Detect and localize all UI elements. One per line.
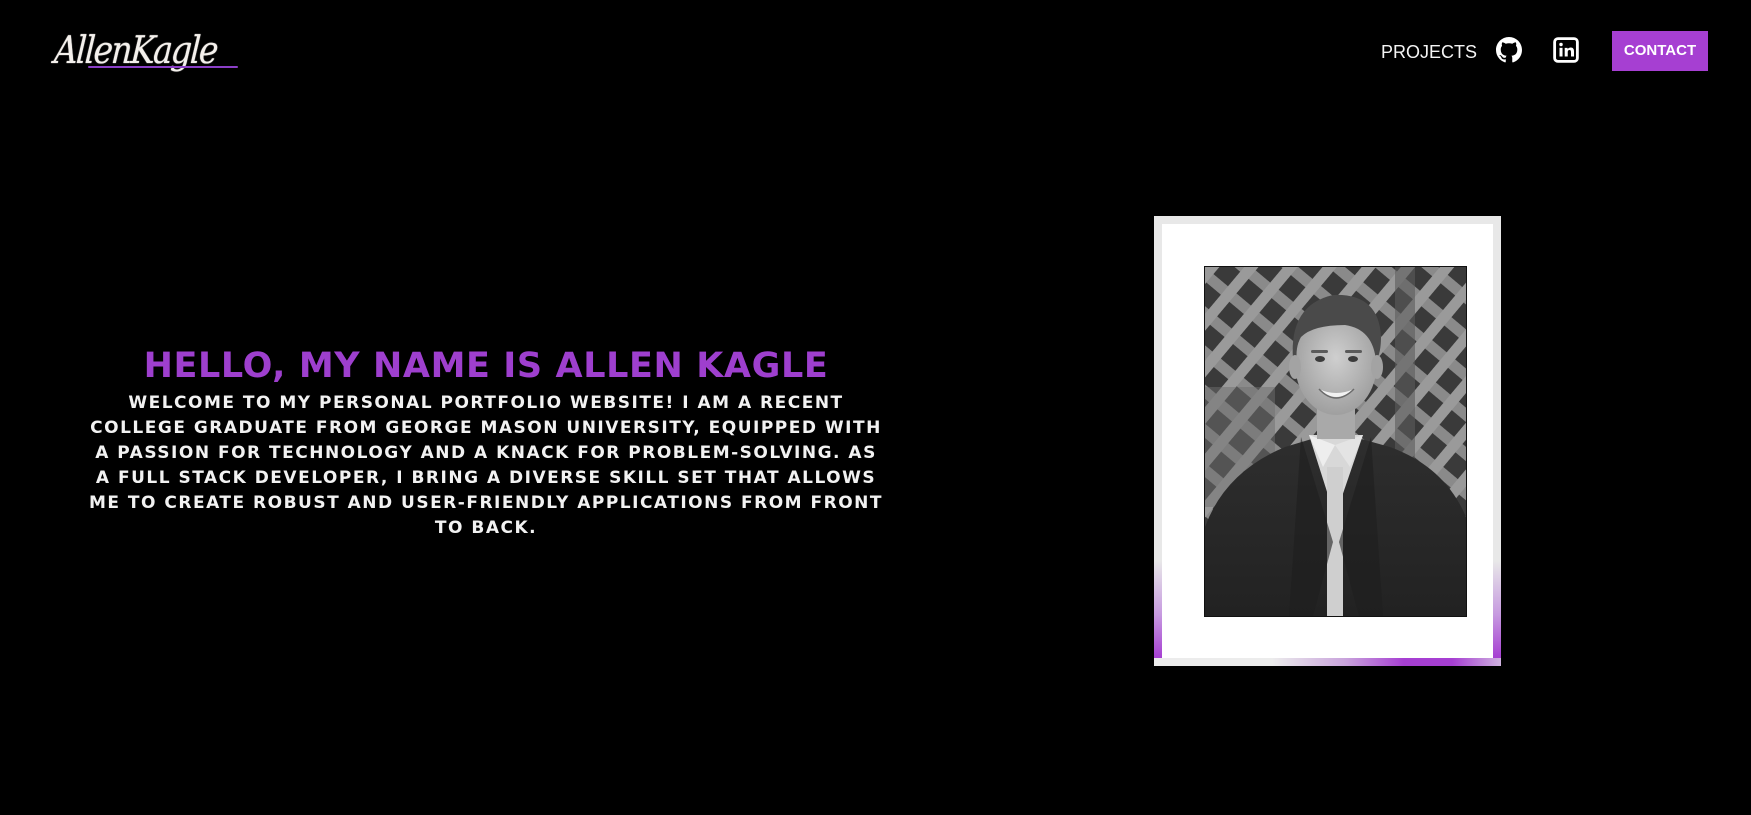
site-header: AllenKagle PROJECTS CONTACT — [0, 0, 1751, 100]
site-logo[interactable]: AllenKagle — [53, 26, 252, 76]
logo-underline — [88, 66, 238, 68]
frame-mat — [1162, 224, 1493, 658]
contact-button[interactable]: CONTACT — [1612, 31, 1708, 71]
profile-photo — [1204, 266, 1467, 617]
github-icon[interactable] — [1496, 37, 1522, 63]
profile-photo-frame — [1154, 216, 1501, 666]
nav-link-projects[interactable]: PROJECTS — [1381, 40, 1477, 64]
hero-section: HELLO, MY NAME IS ALLEN KAGLE WELCOME TO… — [86, 344, 886, 541]
hero-description: WELCOME TO MY PERSONAL PORTFOLIO WEBSITE… — [88, 393, 883, 538]
hero-title: HELLO, MY NAME IS ALLEN KAGLE — [143, 346, 829, 386]
linkedin-icon[interactable] — [1553, 37, 1579, 63]
